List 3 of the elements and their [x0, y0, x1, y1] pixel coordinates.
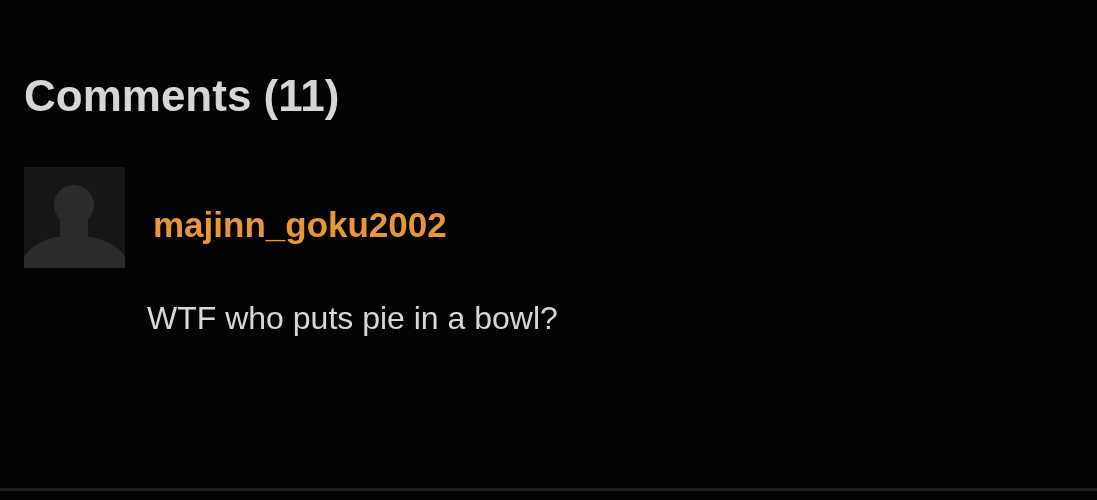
comment-text: WTF who puts pie in a bowl? [147, 302, 559, 334]
username-link[interactable]: majinn_goku2002 [153, 207, 447, 242]
comments-heading: Comments (11) [24, 74, 341, 118]
